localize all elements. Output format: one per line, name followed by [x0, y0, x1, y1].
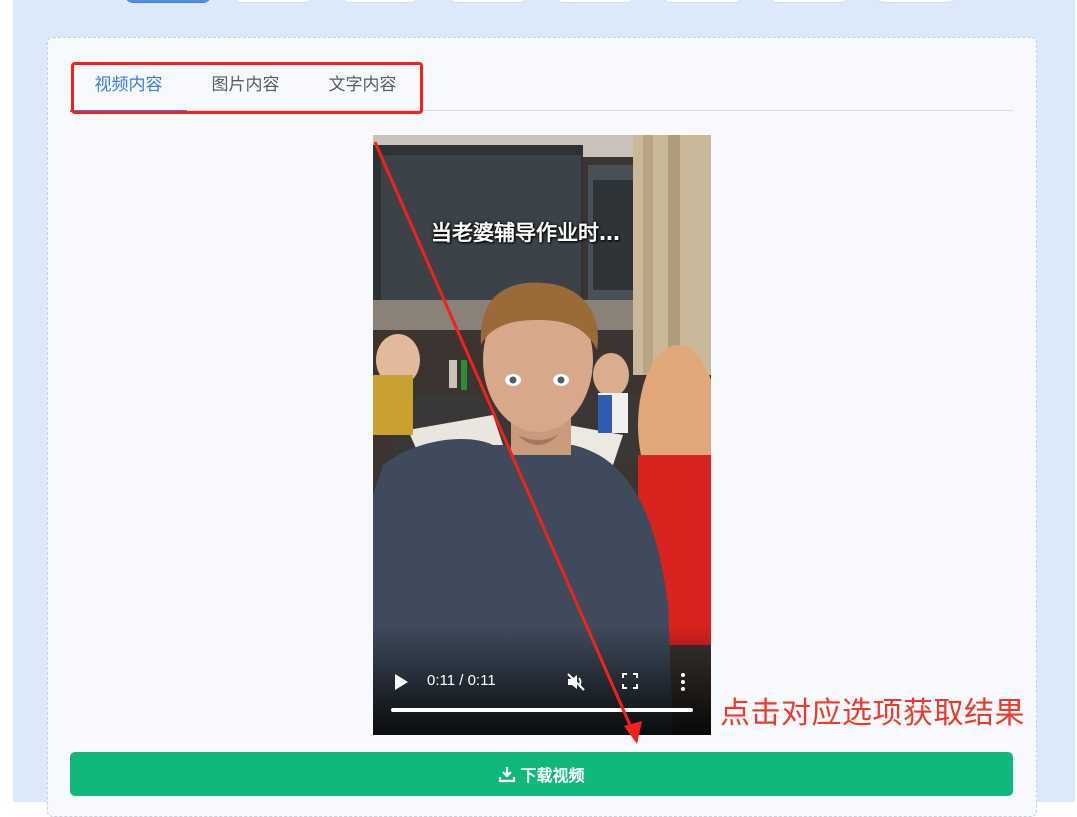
top-nav-item[interactable]	[768, 0, 850, 3]
content-tabs: 视频内容 图片内容 文字内容	[70, 62, 1013, 112]
controls-shade	[373, 625, 711, 735]
download-icon	[499, 767, 516, 783]
fullscreen-icon[interactable]	[622, 673, 638, 689]
download-video-button[interactable]: 下载视频	[70, 752, 1013, 796]
video-progress-bar[interactable]	[391, 708, 693, 712]
muted-volume-icon[interactable]	[566, 672, 586, 692]
download-button-label: 下载视频	[520, 766, 585, 785]
more-vert-icon[interactable]	[676, 671, 690, 693]
play-icon[interactable]	[393, 673, 409, 691]
tab-video-content[interactable]: 视频内容	[70, 62, 187, 112]
video-time: 0:11 / 0:11	[427, 672, 496, 689]
top-nav-item[interactable]	[875, 0, 957, 3]
tab-text-content[interactable]: 文字内容	[304, 62, 421, 111]
top-nav-item[interactable]	[340, 0, 420, 3]
video-player[interactable]: 当老婆辅导作业时… 0:11 / 0:11	[373, 135, 711, 735]
video-caption: 当老婆辅导作业时…	[431, 221, 620, 245]
annotation-text: 点击对应选项获取结果	[720, 696, 1025, 731]
top-nav-item[interactable]	[554, 0, 636, 3]
top-nav-item[interactable]	[447, 0, 529, 3]
top-nav-item-active[interactable]	[124, 0, 212, 3]
top-nav-item[interactable]	[232, 0, 314, 3]
top-nav-item[interactable]	[661, 0, 743, 3]
tab-image-content[interactable]: 图片内容	[187, 62, 304, 111]
